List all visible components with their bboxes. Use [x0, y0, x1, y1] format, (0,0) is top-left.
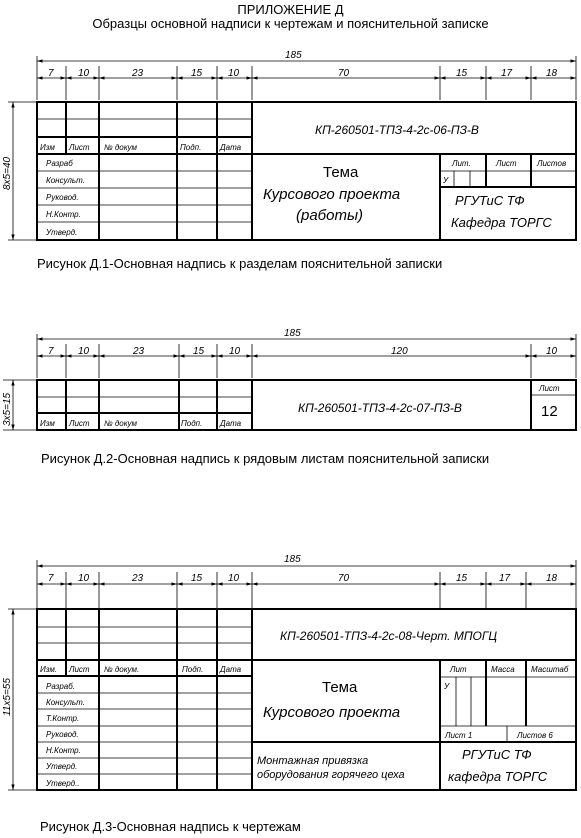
- dim-17: 17: [499, 573, 511, 584]
- col-ndoc: № докум: [104, 143, 138, 152]
- document-code: КП-260501-ТПЗ-4-2с-08-Черт. МПОГЦ: [280, 629, 497, 643]
- dim-15: 15: [191, 68, 203, 79]
- role-nkontr: Н.Контр.: [46, 746, 81, 755]
- label-u: У: [442, 176, 449, 185]
- dim-23: 23: [131, 68, 144, 79]
- dim-15: 15: [193, 346, 205, 357]
- col-izm: Изм: [40, 419, 55, 428]
- sheet-title-line-2: оборудования горячего цеха: [257, 769, 405, 781]
- col-list: Лист: [68, 665, 90, 674]
- dim-17: 17: [501, 68, 513, 79]
- dim-23: 23: [132, 346, 145, 357]
- label-masshtab: Масштаб: [531, 665, 569, 674]
- col-data: Дата: [219, 665, 242, 674]
- dim-10b: 10: [228, 573, 240, 584]
- theme-line-1: Тема: [322, 679, 358, 696]
- dim-15: 15: [191, 573, 203, 584]
- label-lit: Лит: [449, 665, 467, 674]
- col-data: Дата: [219, 419, 242, 428]
- label-list-1: Лист 1: [444, 731, 472, 740]
- dim-120: 120: [391, 346, 408, 357]
- label-listov: Листов: [536, 159, 566, 168]
- org-line-1: РГУТиС ТФ: [462, 747, 532, 762]
- org-line-1: РГУТиС ТФ: [455, 193, 525, 208]
- role-rukovod: Руковод.: [46, 730, 79, 739]
- dim-70: 70: [338, 68, 350, 79]
- dim-23: 23: [131, 573, 144, 584]
- label-listov-6: Листов 6: [516, 731, 553, 740]
- dim-10: 10: [78, 346, 90, 357]
- dim-15b: 15: [456, 68, 468, 79]
- dim-10b: 10: [229, 346, 241, 357]
- figure-3: 185 7 10 23 15 10 70 15 17 18 11х5=55 Из…: [2, 554, 577, 791]
- col-izm: Изм: [40, 143, 55, 152]
- label-list: Лист: [495, 159, 517, 168]
- col-ndoc: № докум: [104, 419, 138, 428]
- role-nkontr: Н.Контр.: [46, 210, 81, 219]
- role-utverd: Утверд.: [45, 762, 77, 771]
- org-line-2: кафедра ТОРГС: [448, 769, 548, 784]
- figure-1-caption: Рисунок Д.1-Основная надпись к разделам …: [37, 256, 443, 271]
- col-list: Лист: [68, 143, 90, 152]
- col-podp: Подп.: [181, 419, 202, 428]
- title-block-drawings: 185 7 10 23 15 10 70 15 17 18 8х5=40 Изм…: [2, 50, 577, 791]
- role-utverd-2: Утверд..: [45, 779, 80, 788]
- sheet-number: 12: [541, 403, 558, 420]
- dim-10: 10: [78, 68, 90, 79]
- dim-7: 7: [48, 68, 54, 79]
- theme-line-3: (работы): [296, 207, 363, 224]
- theme-line-2: Курсового проекта: [263, 704, 400, 721]
- dim-18: 18: [546, 573, 558, 584]
- dim-10: 10: [78, 573, 90, 584]
- dim-18: 18: [546, 68, 558, 79]
- figure-3-caption: Рисунок Д.3-Основная надпись к чертежам: [40, 819, 301, 834]
- role-konsult: Консульт.: [46, 698, 85, 707]
- document-code: КП-260501-ТПЗ-4-2с-07-ПЗ-В: [298, 401, 462, 415]
- role-razrab: Разраб: [46, 159, 73, 168]
- col-ndoc: № докум.: [104, 665, 139, 674]
- theme-line-2: Курсового проекта: [263, 186, 400, 203]
- dim-185: 185: [284, 554, 301, 565]
- vertical-dim: 3х5=15: [2, 392, 13, 426]
- dim-70: 70: [338, 573, 350, 584]
- label-lit: Лит.: [451, 159, 471, 168]
- vertical-dim: 8х5=40: [2, 156, 13, 190]
- theme-line-1: Тема: [323, 164, 359, 181]
- col-podp: Подп.: [182, 665, 203, 674]
- role-utverd: Утверд.: [45, 228, 77, 237]
- dim-185: 185: [284, 328, 301, 339]
- label-list: Лист: [538, 384, 560, 393]
- figure-2-caption: Рисунок Д.2-Основная надпись к рядовым л…: [41, 451, 490, 466]
- col-izm: Изм.: [40, 665, 57, 674]
- dim-185: 185: [285, 50, 302, 61]
- dim-10c: 10: [546, 346, 558, 357]
- role-konsult: Консульт.: [46, 176, 85, 185]
- vertical-dim: 11х5=55: [2, 678, 13, 716]
- dim-7: 7: [48, 573, 54, 584]
- figure-2: 185 7 10 23 15 10 120 10 3х5=15 Изм Лист…: [2, 328, 577, 431]
- dim-15b: 15: [456, 573, 468, 584]
- role-razrab: Разраб.: [46, 682, 75, 691]
- figure-1: 185 7 10 23 15 10 70 15 17 18 8х5=40 Изм…: [2, 50, 577, 241]
- col-podp: Подп.: [180, 143, 201, 152]
- sheet-title-line-1: Монтажная привязка: [257, 755, 368, 767]
- dim-10b: 10: [228, 68, 240, 79]
- label-u: У: [443, 682, 450, 691]
- label-massa: Масса: [491, 665, 515, 674]
- col-list: Лист: [68, 419, 90, 428]
- role-rukovod: Руковод.: [46, 193, 79, 202]
- role-tkontr: Т.Контр.: [46, 714, 79, 723]
- org-line-2: Кафедра ТОРГС: [451, 215, 552, 230]
- document-code: КП-260501-ТПЗ-4-2с-06-ПЗ-В: [315, 123, 479, 137]
- col-data: Дата: [219, 143, 242, 152]
- dim-7: 7: [48, 346, 54, 357]
